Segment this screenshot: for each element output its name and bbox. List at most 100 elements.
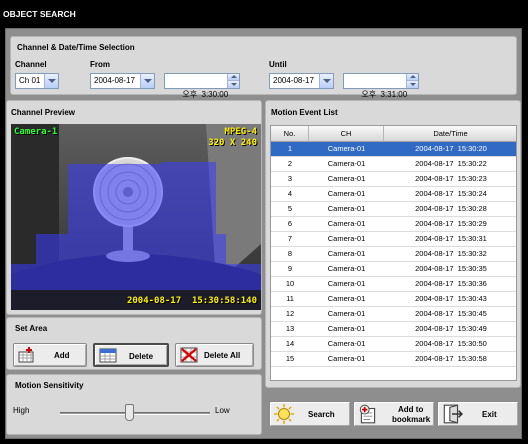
sensitivity-slider-track[interactable] [60,412,210,415]
add-area-label: Add [54,351,70,360]
delete-all-label: Delete All [204,351,241,360]
exit-label: Exit [482,410,497,419]
from-date-value: 2004-08-17 [94,76,135,85]
cell-ch: Camera-01 [327,174,366,183]
cell-ch: Camera-01 [327,189,366,198]
delete-all-button[interactable]: Delete All [175,343,254,367]
chevron-down-icon[interactable] [44,74,58,88]
delete-area-label: Delete [129,352,154,361]
cell-datetime: 2004-08-17 15:30:28 [415,204,487,213]
until-time-value: 오후 3:31:00 [361,90,408,99]
table-row[interactable]: 13 Camera-01 2004-08-17 15:30:49 [271,322,516,337]
cell-datetime: 2004-08-17 15:30:36 [415,279,487,288]
cell-datetime: 2004-08-17 15:30:31 [415,234,487,243]
cell-no: 6 [287,219,293,228]
cell-no: 9 [287,264,293,273]
main-frame: Channel & Date/Time Selection Channel Fr… [5,28,522,439]
cell-datetime: 2004-08-17 15:30:49 [415,324,487,333]
table-row[interactable]: 10 Camera-01 2004-08-17 15:30:36 [271,277,516,292]
table-row[interactable]: 8 Camera-01 2004-08-17 15:30:32 [271,247,516,262]
empty-row [271,367,516,380]
codec-label: MPEG-4 [224,127,257,137]
cell-ch: Camera-01 [327,219,366,228]
cell-ch: Camera-01 [327,204,366,213]
column-header-datetime[interactable]: Date/Time [384,126,516,142]
bookmark-label-line1: Add to [398,405,424,414]
column-header-no[interactable]: No. [271,126,309,142]
table-row[interactable]: 9 Camera-01 2004-08-17 15:30:35 [271,262,516,277]
cell-ch: Camera-01 [327,249,366,258]
cell-no: 8 [287,249,293,258]
table-row[interactable]: 3 Camera-01 2004-08-17 15:30:23 [271,172,516,187]
spin-up-icon[interactable] [227,74,239,81]
sensitivity-slider-thumb[interactable] [125,404,134,421]
spin-down-icon[interactable] [227,81,239,88]
until-time-spinner[interactable]: 오후 3:31:00 [343,73,419,99]
from-time-spinner[interactable]: 오후 3:30:00 [164,73,240,99]
cell-datetime: 2004-08-17 15:30:45 [415,309,487,318]
cell-datetime: 2004-08-17 15:30:43 [415,294,487,303]
cell-no: 2 [287,159,293,168]
events-title: Motion Event List [271,108,338,117]
cell-no: 4 [287,189,293,198]
table-row[interactable]: 11 Camera-01 2004-08-17 15:30:43 [271,292,516,307]
cell-ch: Camera-01 [327,324,366,333]
cell-no: 1 [287,144,293,153]
cell-datetime: 2004-08-17 15:30:58 [415,354,487,363]
add-area-button[interactable]: Add [13,343,87,367]
chevron-down-icon[interactable] [140,74,154,88]
table-row[interactable]: 14 Camera-01 2004-08-17 15:30:50 [271,337,516,352]
table-row[interactable]: 12 Camera-01 2004-08-17 15:30:45 [271,307,516,322]
channel-select[interactable]: Ch 01 [15,73,59,89]
until-date-select[interactable]: 2004-08-17 [269,73,334,89]
cell-ch: Camera-01 [327,234,366,243]
add-bookmark-button[interactable]: Add to bookmark [353,401,435,427]
channel-value: Ch 01 [19,76,41,85]
chevron-down-icon[interactable] [319,74,333,88]
spin-up-icon[interactable] [406,74,418,81]
video-preview[interactable]: Camera-1 MPEG-4 320 X 240 2004-08-17 15:… [11,124,261,310]
cell-datetime: 2004-08-17 15:30:50 [415,339,487,348]
table-row[interactable]: 4 Camera-01 2004-08-17 15:30:24 [271,187,516,202]
from-label: From [90,60,110,69]
table-row[interactable]: 7 Camera-01 2004-08-17 15:30:31 [271,232,516,247]
spin-down-icon[interactable] [406,81,418,88]
cell-ch: Camera-01 [327,144,366,153]
table-row[interactable]: 5 Camera-01 2004-08-17 15:30:28 [271,202,516,217]
cell-no: 14 [285,339,295,348]
table-row[interactable]: 15 Camera-01 2004-08-17 15:30:58 [271,352,516,367]
set-area-title: Set Area [15,324,48,333]
camera-label: Camera-1 [14,127,58,137]
exit-button[interactable]: Exit [437,401,519,427]
table-row[interactable]: 2 Camera-01 2004-08-17 15:30:22 [271,157,516,172]
column-header-ch[interactable]: CH [309,126,384,142]
cell-datetime: 2004-08-17 15:30:20 [415,144,487,153]
sensitivity-low-label: Low [215,406,230,415]
selection-title: Channel & Date/Time Selection [17,43,135,52]
channel-label: Channel [15,60,47,69]
search-button[interactable]: Search [269,401,351,427]
cell-no: 12 [285,309,295,318]
cell-ch: Camera-01 [327,159,366,168]
search-label: Search [308,410,335,419]
event-list[interactable]: No. CH Date/Time 1 Camera-01 2004-08-17 15… [270,125,517,381]
cell-ch: Camera-01 [327,264,366,273]
cell-no: 15 [285,354,295,363]
table-row[interactable]: 6 Camera-01 2004-08-17 15:30:29 [271,217,516,232]
sensitivity-high-label: High [13,406,30,415]
cell-datetime: 2004-08-17 15:30:23 [415,174,487,183]
until-label: Until [269,60,287,69]
cell-ch: Camera-01 [327,294,366,303]
window-title: OBJECT SEARCH [0,0,528,28]
cell-datetime: 2004-08-17 15:30:35 [415,264,487,273]
cell-no: 13 [285,324,295,333]
from-date-select[interactable]: 2004-08-17 [90,73,155,89]
cell-ch: Camera-01 [327,279,366,288]
delete-area-button[interactable]: Delete [93,343,169,367]
cell-datetime: 2004-08-17 15:30:29 [415,219,487,228]
from-time-value: 오후 3:30:00 [182,90,229,99]
table-row[interactable]: 1 Camera-01 2004-08-17 15:30:20 [271,142,516,157]
cell-no: 7 [287,234,293,243]
video-timestamp: 2004-08-17 15:30:58:140 [126,296,257,306]
preview-title: Channel Preview [11,108,76,117]
